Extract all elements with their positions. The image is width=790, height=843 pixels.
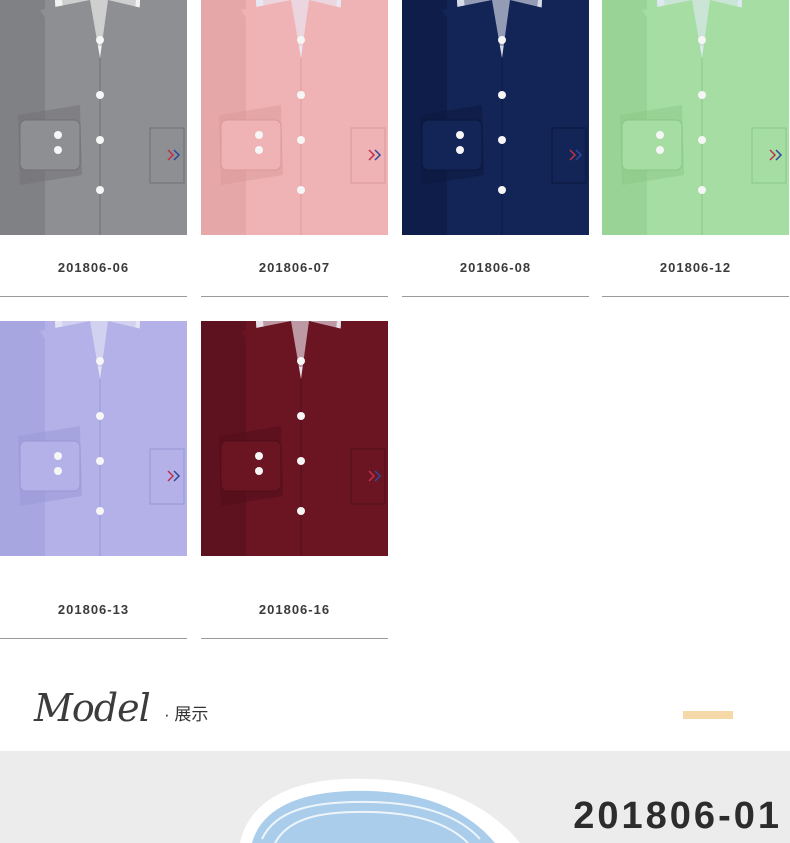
section-title: Model: [34, 686, 151, 730]
accent-bar: [683, 711, 733, 719]
product-photo[interactable]: [201, 0, 388, 235]
product-photo[interactable]: [602, 0, 789, 235]
product-divider: [0, 638, 187, 639]
product-code: 201806-13: [57, 602, 130, 617]
product-code: 201806-08: [459, 260, 532, 275]
product-divider: [201, 638, 388, 639]
product-divider: [0, 296, 187, 297]
shirt-image: [402, 0, 589, 235]
product-code: 201806-16: [258, 602, 331, 617]
section-subtitle: · 展示: [164, 705, 209, 724]
product-code: 201806-06: [57, 260, 130, 275]
product-photo[interactable]: [0, 0, 187, 235]
product-code: 201806-07: [258, 260, 331, 275]
product-photo[interactable]: [402, 0, 589, 235]
shirt-image: [201, 321, 388, 556]
featured-code: 201806-01: [573, 795, 782, 837]
product-photo[interactable]: [201, 321, 388, 556]
product-code: 201806-12: [659, 260, 732, 275]
shirt-image: [0, 321, 187, 556]
product-divider: [602, 296, 789, 297]
shirt-image: [0, 0, 187, 235]
product-divider: [201, 296, 388, 297]
shirt-image: [201, 0, 388, 235]
product-divider: [402, 296, 589, 297]
shirt-image: [602, 0, 789, 235]
product-photo[interactable]: [0, 321, 187, 556]
